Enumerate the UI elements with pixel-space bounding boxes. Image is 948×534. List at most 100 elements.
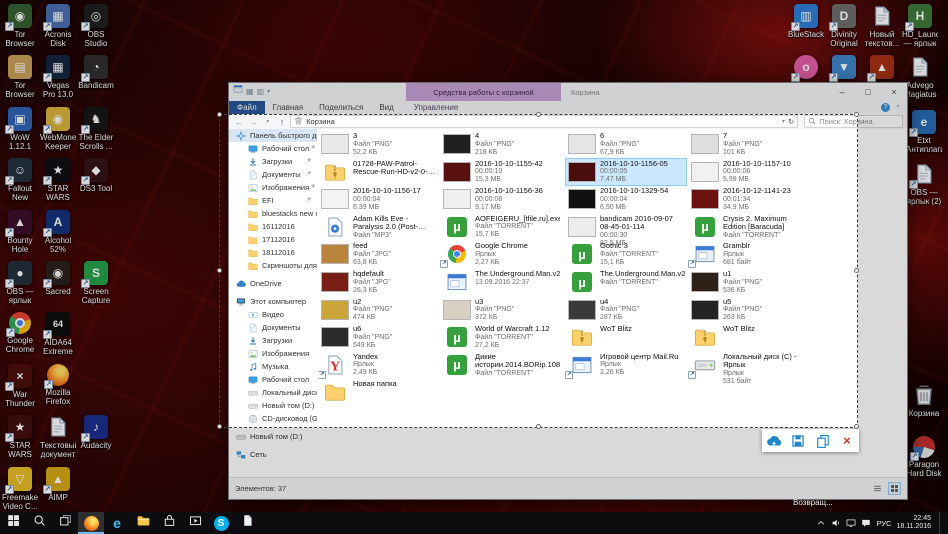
file-item-aofeigeru-tfile-ru-exe[interactable]: µAOFEIGERU_[tfile.ru].exeФайл "TORRENT"1… — [441, 214, 561, 241]
save-icon[interactable] — [788, 431, 808, 450]
sidebar-item-onedrive[interactable]: OneDrive — [229, 277, 317, 290]
file-item-wot-blitz[interactable]: WoT Blitz — [689, 324, 809, 350]
desktop-icon-hd-launcher-ярлык[interactable]: H↗HD_Launcher — ярлык — [902, 4, 938, 48]
tab-поделиться[interactable]: Поделиться — [311, 101, 371, 114]
thumbnails-view-icon[interactable] — [888, 482, 901, 495]
copy-icon[interactable] — [813, 431, 833, 450]
file-item-u1[interactable]: u1Файл "PNG"536 КБ — [689, 269, 809, 296]
minimize-button[interactable]: – — [829, 83, 855, 101]
details-view-icon[interactable] — [871, 482, 884, 495]
taskbar-search-button[interactable] — [26, 512, 52, 534]
breadcrumb[interactable]: Корзина — [306, 117, 335, 126]
file-item-2016-10-12-1141-23[interactable]: 2016-10-12-1141-2300:01:3434,9 МБ — [689, 186, 809, 213]
desktop-icon-obs-ярлык[interactable]: ●↗OBS — ярлык — [2, 261, 38, 305]
qat-customize-icon[interactable]: ▾ — [267, 83, 270, 101]
desktop-icon-wow-1-12-1[interactable]: ▣↗WoW 1.12.1 — [2, 107, 38, 151]
file-item-2016-10-10-1155-42[interactable]: 2016-10-10-1155-4200:00:1015,3 МБ — [441, 159, 561, 186]
desktop-icon-bluestacks[interactable]: ▥↗BlueStacks — [788, 4, 824, 39]
file-item-yandex[interactable]: Y↗YandexЯрлык2,49 КБ — [319, 352, 439, 379]
address-field[interactable]: Корзина ▾ ↻ — [290, 115, 798, 128]
file-item-the-underground-man-v2-10-rus-repack-mas[interactable]: The.Underground.Man.v2.10.RUS.RePack.Mas… — [441, 269, 561, 295]
file-item-gothic-3[interactable]: µGothic 3Файл "TORRENT"15,1 КБ — [566, 241, 686, 268]
desktop-icon-google-chrome[interactable]: ↗Google Chrome — [2, 312, 38, 354]
sidebar-item-рабочий-стол[interactable]: Рабочий стол — [229, 373, 317, 386]
sidebar-item-cd-дисковод-g[interactable]: CD-дисковод (G:) — [229, 412, 317, 425]
taskbar-page-button[interactable] — [234, 512, 260, 534]
desktop-icon-alcohol-52[interactable]: A↗Alcohol 52% — [40, 210, 76, 254]
tab-вид[interactable]: Вид — [371, 101, 401, 114]
desktop-icon-aimp[interactable]: ▲↗AIMP — [40, 467, 76, 502]
desktop-icon-obs-ярлык-2[interactable]: ↗OBS — ярлык (2) — [906, 162, 942, 206]
desktop-icon-ds3-tool[interactable]: ◆↗DS3 Tool — [78, 158, 114, 193]
file-item-wot-blitz[interactable]: WoT Blitz — [566, 324, 686, 350]
tab-manage[interactable]: Управление — [406, 101, 466, 114]
upload-cloud-icon[interactable] — [764, 431, 784, 450]
desktop-icon-freemake-video-c[interactable]: ▽↗Freemake Video C... — [2, 467, 38, 511]
desktop-icon-webmoney-keeper-w[interactable]: ◉↗WebMoney Keeper W... — [40, 107, 76, 152]
desktop-icon-screen-capture[interactable]: S↗Screen Capture — [78, 261, 114, 305]
taskbar-firefox-button[interactable] — [78, 512, 104, 534]
sidebar-item-рабочий-стол[interactable]: Рабочий стол — [229, 142, 317, 155]
help-icon[interactable]: ? — [881, 103, 890, 112]
recent-locations-icon[interactable]: ▾ — [262, 118, 274, 125]
sidebar-item-загрузки[interactable]: Загрузки — [229, 334, 317, 347]
file-item-2016-10-10-1156-36[interactable]: 2016-10-10-1156-3600:00:089,17 МБ — [441, 186, 561, 213]
desktop-icon-war-thunder[interactable]: ×↗War Thunder — [2, 364, 38, 408]
taskbar-start-button[interactable] — [0, 512, 26, 534]
cancel-icon[interactable]: × — [837, 431, 857, 450]
file-item-google-chrome[interactable]: ↗Google ChromeЯрлык2,27 КБ — [441, 241, 561, 268]
desktop-icon-acronis-disk-director-12[interactable]: ▦↗Acronis Disk Director 12 — [40, 4, 76, 49]
file-item-adam-kills-eve-paralysis-2-0-post-hardco[interactable]: Adam Kills Eve - Paralysis 2.0 (Post-Har… — [319, 214, 439, 241]
close-button[interactable]: × — [881, 83, 907, 101]
desktop-icon-fallout-new-vegas-ul[interactable]: ☺↗Fallout New Vegas - Ul... — [2, 158, 38, 203]
desktop-icon-корзина[interactable]: Корзина — [906, 383, 942, 418]
language-indicator[interactable]: РУС — [876, 519, 891, 528]
sidebar-item-efi[interactable]: EFI — [229, 194, 317, 207]
file-item-локальный-диск-c-ярлык[interactable]: ↗Локальный диск (C) - ЯрлыкЯрлык531 байт — [689, 352, 809, 387]
ribbon-collapse-icon[interactable]: ⌃ — [895, 104, 901, 112]
file-item-u5[interactable]: u5Файл "PNG"263 КБ — [689, 297, 809, 324]
sidebar-item-скриншоты-для-сав[interactable]: Скриншоты для сав — [229, 259, 317, 272]
sidebar-item-этот-компьютер[interactable]: Этот компьютер — [229, 295, 317, 308]
taskbar-explorer-button[interactable] — [130, 512, 156, 534]
desktop-icon-paragon-hard-disk[interactable]: ↗Paragon Hard Disk ... — [906, 436, 942, 479]
file-item-2016-10-10-1156-17[interactable]: 2016-10-10-1156-1700:00:046,39 МБ — [319, 186, 439, 213]
file-item-u4[interactable]: u4Файл "PNG"287 КБ — [566, 297, 686, 324]
desktop-icon-star-wars-jedi-knig[interactable]: ★↗STAR WARS Jedi Knig... — [40, 158, 76, 203]
file-item-feed[interactable]: feedФайл "JPG"63,8 КБ — [319, 241, 439, 268]
desktop-icon-mozilla-firefox[interactable]: ↗Mozilla Firefox — [40, 364, 76, 406]
window-title-bar[interactable]: ▦ ▥ ▾ Средства работы с корзиной Корзина… — [229, 83, 907, 101]
taskbar-skype-button[interactable]: S — [208, 512, 234, 534]
show-desktop-button[interactable] — [939, 512, 944, 534]
chat-icon[interactable] — [861, 518, 871, 528]
desktop-icon-audacity[interactable]: ♪↗Audacity — [78, 415, 114, 450]
desktop-icon-sacred[interactable]: ◉↗Sacred — [40, 261, 76, 296]
desktop-icon-app[interactable]: ▲↗ — [864, 55, 900, 81]
file-item-u2[interactable]: u2Файл "PNG"474 КБ — [319, 297, 439, 324]
sidebar-item-панель-быстрого-дос[interactable]: Панель быстрого дос — [229, 129, 317, 142]
desktop-icon-the-elder-scrolls[interactable]: ♞↗The Elder Scrolls ... — [78, 107, 114, 151]
address-dropdown-icon[interactable]: ▾ — [782, 118, 785, 125]
file-item-01728-paw-patrol-rescue-run-hd-v2-0-0-ca[interactable]: 01728-PAW-Patrol-Rescue-Run-HD-v2-0-0-ca… — [319, 159, 439, 185]
sidebar-item-изображения[interactable]: Изображения — [229, 347, 317, 360]
file-item-новая-папка[interactable]: Новая папка — [319, 379, 439, 405]
desktop-icon-vegas-pro-13-0-64-bit[interactable]: ▦↗Vegas Pro 13.0 (64-bit) — [40, 55, 76, 100]
taskbar-store-button[interactable] — [156, 512, 182, 534]
file-item-2016-10-10-1329-54[interactable]: 2016-10-10-1329-5400:00:046,50 МБ — [566, 186, 686, 213]
desktop-icon-bandicam[interactable]: ◔↗Bandicam — [78, 55, 114, 90]
sidebar-item-музыка[interactable]: Музыка — [229, 360, 317, 373]
desktop-icon-app[interactable]: o↗ — [788, 55, 824, 81]
sidebar-item-загрузки[interactable]: Загрузки — [229, 155, 317, 168]
tab-file[interactable]: Файл — [229, 101, 265, 114]
file-item-u6[interactable]: u6Файл "PNG"549 КБ — [319, 324, 439, 351]
forward-icon[interactable]: → — [247, 117, 259, 127]
file-item-7[interactable]: 7Файл "PNG"101 КБ — [689, 131, 809, 158]
file-item-world-of-warcraft-1-12[interactable]: µWorld of Warcraft 1.12Файл "TORRENT"27,… — [441, 324, 561, 351]
desktop-icon-текстовый-документ[interactable]: Текстовый документ — [40, 415, 76, 459]
monitor-icon[interactable] — [846, 518, 856, 528]
sidebar-item-новый-том-d[interactable]: Новый том (D:) — [229, 399, 317, 412]
sidebar-item-видео[interactable]: Видео — [229, 308, 317, 321]
taskbar-edge-button[interactable]: e — [104, 512, 130, 534]
desktop-icon-divinity-original-s[interactable]: D↗Divinity Original S... — [826, 4, 862, 49]
speaker-icon[interactable] — [831, 518, 841, 528]
